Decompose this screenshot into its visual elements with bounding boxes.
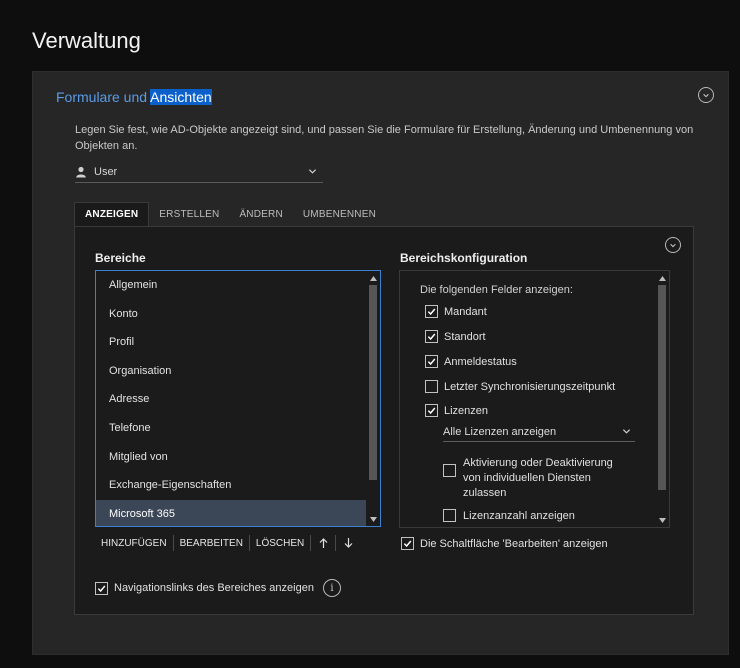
- chevron-down-circle-icon[interactable]: [665, 237, 681, 253]
- license-count-checkbox[interactable]: Lizenzanzahl anzeigen: [443, 509, 575, 522]
- checkbox-label: Standort: [444, 330, 486, 343]
- arrow-down-icon[interactable]: [336, 534, 360, 552]
- field-lizenzen-checkbox[interactable]: Lizenzen: [425, 404, 488, 417]
- chevron-up-circle-icon[interactable]: [698, 87, 714, 103]
- config-scrollbar[interactable]: [655, 271, 669, 527]
- area-list-item[interactable]: Mitglied von: [96, 443, 366, 472]
- tab-aendern[interactable]: ÄNDERN: [229, 202, 292, 226]
- person-icon: [76, 166, 86, 177]
- scroll-down-icon[interactable]: [366, 512, 380, 526]
- tab-bar: ANZEIGEN ERSTELLEN ÄNDERN UMBENENNEN: [74, 202, 386, 226]
- checkmark-icon: [427, 407, 436, 415]
- info-icon[interactable]: i: [322, 579, 341, 597]
- area-list-item[interactable]: Exchange-Eigenschaften: [96, 471, 366, 500]
- checkmark-icon: [427, 358, 436, 366]
- tab-anzeigen[interactable]: ANZEIGEN: [74, 202, 150, 226]
- checkmark-icon: [427, 333, 436, 341]
- checkbox-label: Navigationslinks des Bereiches anzeigen: [114, 582, 314, 594]
- section-title-prefix: Formulare und: [56, 89, 151, 105]
- area-list-item[interactable]: Organisation: [96, 357, 366, 386]
- edit-button[interactable]: BEARBEITEN: [174, 534, 249, 552]
- field-anmeldestatus-checkbox[interactable]: Anmeldestatus: [425, 355, 517, 368]
- license-filter-select[interactable]: Alle Lizenzen anzeigen: [443, 422, 635, 442]
- section-description: Legen Sie fest, wie AD-Objekte angezeigt…: [75, 124, 694, 152]
- areas-toolbar: HINZUFÜGEN BEARBEITEN LÖSCHEN: [95, 534, 360, 552]
- checkmark-icon: [97, 585, 106, 592]
- checkbox-label: Lizenzen: [444, 404, 489, 417]
- toggle-services-checkbox[interactable]: Aktivierung oder Deaktivierung von indiv…: [443, 456, 628, 501]
- checkbox-label: Die Schaltfläche 'Bearbeiten' anzeigen: [420, 537, 608, 550]
- scroll-up-icon[interactable]: [366, 271, 380, 285]
- add-button[interactable]: HINZUFÜGEN: [95, 534, 173, 552]
- area-list-item[interactable]: Telefone: [96, 414, 366, 443]
- checkbox[interactable]: [443, 464, 456, 477]
- field-standort-checkbox[interactable]: Standort: [425, 330, 486, 343]
- scroll-up-icon[interactable]: [655, 271, 669, 285]
- config-caption: Die folgenden Felder anzeigen:: [420, 284, 573, 296]
- checkbox[interactable]: [443, 509, 456, 522]
- areas-scroll-thumb[interactable]: [369, 285, 377, 481]
- chevron-down-icon: [308, 169, 317, 174]
- forms-views-panel: Formulare und Ansichten Legen Sie fest, …: [32, 71, 729, 655]
- arrow-up-icon[interactable]: [311, 534, 335, 552]
- checkbox[interactable]: [425, 330, 438, 343]
- area-list-item[interactable]: Konto: [96, 300, 366, 329]
- field-mandant-checkbox[interactable]: Mandant: [425, 305, 487, 318]
- checkbox-label: Letzter Synchronisierungszeitpunkt: [444, 380, 616, 393]
- object-type-value: User: [94, 165, 118, 178]
- config-heading: Bereichskonfiguration: [400, 251, 528, 265]
- field-sync-time-checkbox[interactable]: Letzter Synchronisierungszeitpunkt: [425, 380, 615, 393]
- areas-list[interactable]: Allgemein Konto Profil Organisation Adresse T…: [95, 270, 381, 527]
- checkbox[interactable]: [95, 581, 108, 595]
- show-edit-button-checkbox[interactable]: Die Schaltfläche 'Bearbeiten' anzeigen: [401, 537, 608, 550]
- checkbox[interactable]: [401, 537, 414, 550]
- area-list-item[interactable]: Microsoft 365: [96, 499, 366, 526]
- page-title: Verwaltung: [32, 28, 141, 53]
- checkbox[interactable]: [425, 380, 438, 393]
- delete-button[interactable]: LÖSCHEN: [250, 534, 310, 552]
- checkmark-icon: [403, 540, 412, 548]
- scroll-down-icon[interactable]: [655, 513, 669, 527]
- show-nav-links-checkbox[interactable]: Navigationslinks des Bereiches anzeigen …: [95, 579, 341, 597]
- checkbox-label: Anmeldestatus: [444, 355, 517, 368]
- checkmark-icon: [427, 308, 436, 316]
- areas-scrollbar[interactable]: [366, 271, 380, 526]
- checkbox[interactable]: [425, 404, 438, 417]
- checkbox[interactable]: [425, 305, 438, 318]
- checkbox-label: Lizenzanzahl anzeigen: [463, 509, 575, 522]
- section-title[interactable]: Formulare und Ansichten: [56, 89, 212, 105]
- license-filter-value: Alle Lizenzen anzeigen: [443, 425, 557, 438]
- object-type-select[interactable]: User: [75, 161, 323, 183]
- checkbox-label: Aktivierung oder Deaktivierung von indiv…: [463, 457, 613, 499]
- section-title-highlight: Ansichten: [150, 89, 212, 105]
- checkbox-label: Mandant: [444, 305, 487, 318]
- config-scroll-thumb[interactable]: [658, 285, 666, 491]
- area-list-item[interactable]: Profil: [96, 328, 366, 357]
- chevron-down-icon: [622, 429, 631, 434]
- checkbox[interactable]: [425, 355, 438, 368]
- areas-heading: Bereiche: [95, 251, 146, 265]
- area-list-item[interactable]: Allgemein: [96, 271, 366, 300]
- tab-erstellen[interactable]: ERSTELLEN: [149, 202, 229, 226]
- area-config-box: Die folgenden Felder anzeigen: Mandant S…: [399, 270, 670, 528]
- tab-umbenennen[interactable]: UMBENENNEN: [293, 202, 386, 226]
- area-list-item[interactable]: Adresse: [96, 385, 366, 414]
